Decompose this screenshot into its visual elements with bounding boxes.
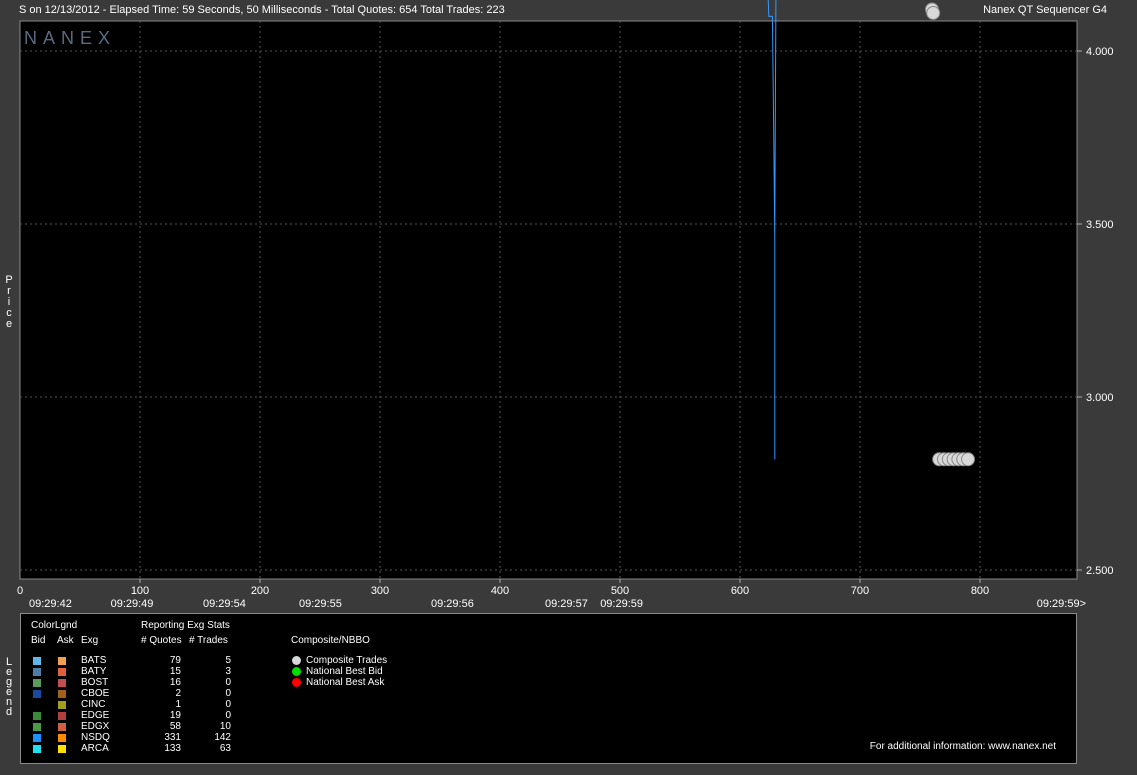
ask-swatch	[58, 690, 66, 698]
x-tick-label: 600	[731, 585, 749, 597]
ask-swatch	[58, 668, 66, 676]
col-quotes: # Quotes	[141, 635, 182, 646]
quote-count: 1	[175, 699, 181, 710]
x-tick-label: 200	[251, 585, 269, 597]
x-tick-label: 800	[971, 585, 989, 597]
y-tick-label: 4.000	[1086, 46, 1114, 58]
trade-count: 0	[225, 699, 231, 710]
exchange-name: CBOE	[81, 688, 110, 699]
col-trades: # Trades	[189, 635, 228, 646]
legend-label-char: d	[5, 706, 13, 718]
legend-panel: ColorLgnd Reporting Exg Stats Bid Ask Ex…	[20, 613, 1077, 764]
footer-info: For additional information: www.nanex.ne…	[869, 741, 1056, 752]
x-tick-label: 400	[491, 585, 509, 597]
bid-swatch	[33, 668, 41, 676]
composite-label: Composite Trades	[306, 655, 388, 666]
ask-swatch	[58, 745, 66, 753]
col-exg: Exg	[81, 635, 99, 646]
time-label: 09:29:57	[545, 598, 588, 610]
trade-count: 142	[214, 732, 231, 743]
ask-swatch	[58, 723, 66, 731]
col-bid: Bid	[31, 635, 46, 646]
exchange-name: ARCA	[81, 743, 109, 754]
x-tick-label: 500	[611, 585, 629, 597]
bid-swatch	[33, 734, 41, 742]
trade-count: 0	[225, 677, 231, 688]
time-label: 09:29:49	[111, 598, 154, 610]
color-legend-title: ColorLgnd	[31, 620, 78, 631]
x-tick-label: 0	[17, 585, 23, 597]
price-chart: NANEX 2.5003.0003.5004.0004.5005.0005.50…	[17, 0, 1114, 610]
quote-count: 16	[169, 677, 181, 688]
exchange-name: BOST	[81, 677, 109, 688]
time-label: 09:29:59	[600, 598, 643, 610]
nanex-watermark: NANEX	[24, 28, 116, 48]
ask-swatch	[58, 679, 66, 687]
time-label: 09:29:42	[29, 598, 72, 610]
bid-swatch	[33, 657, 41, 665]
bid-swatch	[33, 723, 41, 731]
bid-swatch	[33, 690, 41, 698]
x-tick-label: 100	[131, 585, 149, 597]
bid-swatch	[33, 679, 41, 687]
quote-count: 19	[169, 710, 181, 721]
exchange-name: BATS	[81, 655, 107, 666]
quote-count: 58	[169, 721, 181, 732]
stats-title: Reporting Exg Stats	[141, 620, 230, 631]
time-label: 09:29:55	[299, 598, 342, 610]
trade-count: 3	[225, 666, 231, 677]
composite-dot	[292, 678, 301, 687]
time-label: 09:29:59>	[1037, 598, 1086, 610]
plot-area	[19, 20, 1078, 580]
bid-swatch	[33, 701, 41, 709]
time-label: 09:29:54	[203, 598, 246, 610]
x-axis: 0 100 200 300 400 500 600 700 800 09:29:42 09:29:4…	[17, 579, 1086, 610]
y-tick-label: 3.000	[1086, 392, 1114, 404]
quote-count: 15	[169, 666, 181, 677]
x-tick-label: 300	[371, 585, 389, 597]
quote-count: 133	[164, 743, 181, 754]
quote-count: 2	[175, 688, 181, 699]
x-tick-label: 700	[851, 585, 869, 597]
col-ask: Ask	[57, 635, 74, 646]
trade-count: 10	[219, 721, 231, 732]
bid-swatch	[33, 745, 41, 753]
composite-dot	[292, 667, 301, 676]
exchange-name: CINC	[81, 699, 106, 710]
ask-swatch	[58, 734, 66, 742]
y-tick-label: 3.500	[1086, 219, 1114, 231]
time-label: 09:29:56	[431, 598, 474, 610]
exchange-name: EDGE	[81, 710, 110, 721]
quote-count: 79	[169, 655, 181, 666]
legend-vertical-label: L e g e n d	[4, 657, 14, 718]
composite-title: Composite/NBBO	[291, 635, 370, 646]
composite-dot	[292, 656, 301, 665]
trade-count: 63	[219, 743, 231, 754]
ask-swatch	[58, 657, 66, 665]
exchange-name: NSDQ	[81, 732, 110, 743]
trade-marker	[926, 5, 941, 20]
trade-count: 5	[225, 655, 231, 666]
trade-count: 0	[225, 688, 231, 699]
trade-marker	[961, 452, 975, 467]
exchange-name: BATY	[81, 666, 107, 677]
composite-label: National Best Bid	[306, 666, 383, 677]
trade-count: 0	[225, 710, 231, 721]
y-axis: 2.5003.0003.5004.0004.5005.0005.500	[1077, 46, 1114, 577]
exchange-name: EDGX	[81, 721, 110, 732]
bid-swatch	[33, 712, 41, 720]
composite-label: National Best Ask	[306, 677, 385, 688]
y-tick-label: 2.500	[1086, 565, 1114, 577]
ask-swatch	[58, 701, 66, 709]
ask-swatch	[58, 712, 66, 720]
quote-count: 331	[164, 732, 181, 743]
